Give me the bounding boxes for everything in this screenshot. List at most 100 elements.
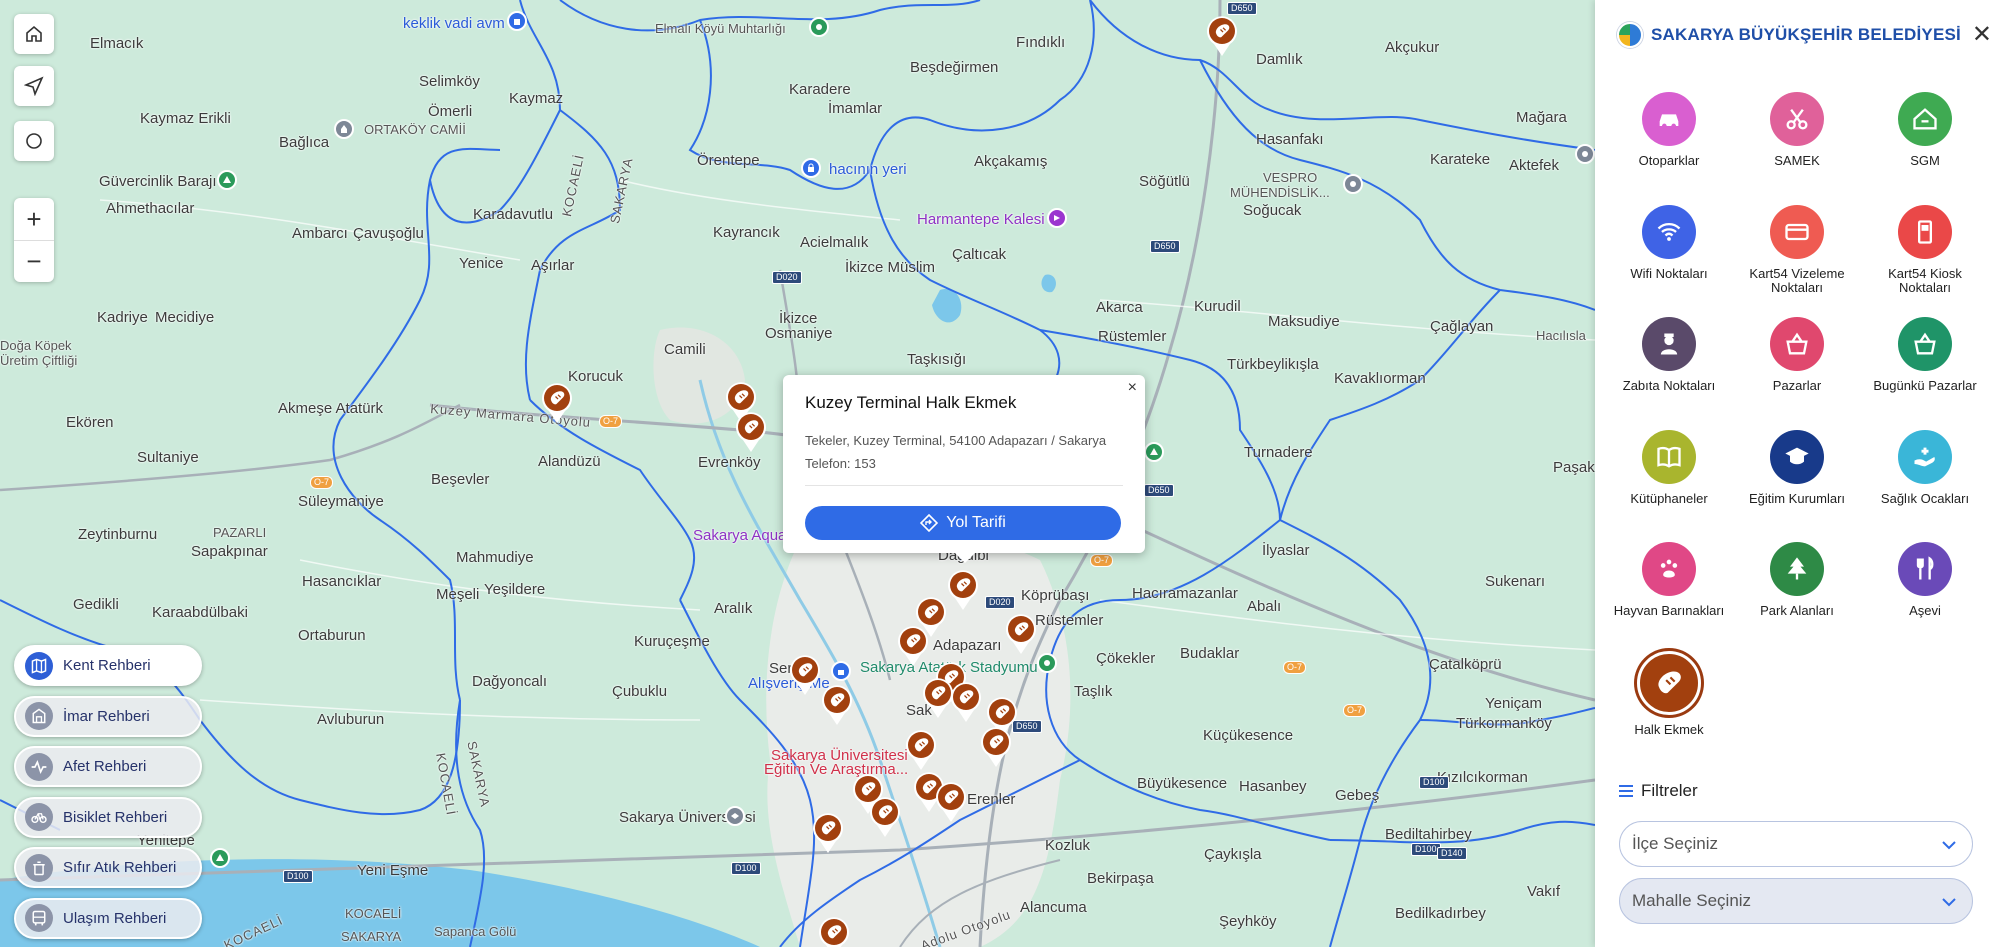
category-tree[interactable]: Park Alanları [1737, 542, 1857, 655]
company-poi-icon[interactable] [1575, 144, 1595, 164]
place-label: Bediltahirbey [1385, 826, 1472, 843]
directions-icon [920, 514, 939, 532]
halk-ekmek-marker[interactable] [867, 795, 903, 839]
place-label: MÜHENDİSLİK... [1230, 185, 1330, 200]
mall-poi-icon[interactable] [831, 661, 851, 681]
home-button[interactable] [14, 14, 54, 54]
category-book[interactable]: Kütüphaneler [1609, 429, 1729, 543]
zoom-out-button[interactable]: − [14, 240, 54, 282]
place-label: Bedilkadırbey [1395, 905, 1486, 922]
category-house[interactable]: SGM [1865, 92, 1985, 205]
halk-ekmek-marker[interactable] [816, 915, 852, 947]
place-label: Örentepe [697, 152, 760, 169]
company-poi-icon[interactable] [1343, 174, 1363, 194]
category-label: Eğitim Kurumları [1748, 490, 1846, 506]
district-select[interactable]: İlçe Seçiniz [1619, 821, 1973, 867]
draw-circle-button[interactable] [14, 121, 54, 161]
category-health-hand[interactable]: Sağlık Ocakları [1865, 429, 1985, 543]
place-label: Zeytinburnu [78, 526, 158, 543]
category-circle [1642, 429, 1696, 484]
category-paw[interactable]: Hayvan Barınakları [1609, 542, 1729, 655]
place-label: Çatalköprü [1429, 656, 1502, 673]
castle-poi-icon[interactable] [1047, 208, 1067, 228]
place-label: Soğucak [1243, 202, 1302, 219]
category-cutlery[interactable]: Aşevi [1865, 542, 1985, 655]
category-bread[interactable]: Halk Ekmek [1609, 650, 1729, 768]
park-poi-icon[interactable] [1144, 442, 1164, 462]
halk-ekmek-marker[interactable] [1204, 14, 1240, 58]
mosque-poi-icon[interactable] [334, 119, 354, 139]
category-circle [1898, 204, 1952, 259]
category-scissors[interactable]: SAMEK [1737, 92, 1857, 205]
popup-divider [805, 485, 1123, 486]
guide-chip-building[interactable]: İmar Rehberi [14, 695, 202, 737]
panel-close-button[interactable]: ✕ [1972, 20, 1992, 49]
place-label: Güvercinlik Barajı [99, 173, 217, 190]
bread-pin-icon [948, 570, 978, 610]
lock-poi-icon[interactable] [801, 158, 821, 178]
place-label: Karaabdülbaki [152, 604, 248, 621]
category-graduation-cap[interactable]: Eğitim Kurumları [1737, 429, 1857, 543]
park-poi-icon[interactable] [210, 848, 230, 868]
place-label: Aralık [714, 600, 753, 617]
halk-ekmek-marker[interactable] [948, 680, 984, 724]
university-poi-icon[interactable] [725, 806, 745, 826]
halk-ekmek-marker[interactable] [733, 410, 769, 454]
place-label: Söğütlü [1139, 173, 1190, 190]
place-label: Fındıklı [1016, 34, 1066, 51]
category-kiosk[interactable]: Kart54 Kiosk Noktaları [1865, 204, 1985, 318]
halk-ekmek-marker[interactable] [903, 728, 939, 772]
place-label: Gedikli [73, 596, 119, 613]
place-label: Rüstemler [1098, 328, 1167, 345]
chevron-down-icon [1942, 898, 1956, 907]
category-basket[interactable]: Bugünkü Pazarlar [1865, 317, 1985, 430]
place-label: Kozluk [1045, 837, 1091, 854]
category-label: Pazarlar [1772, 378, 1822, 393]
zoom-in-button[interactable]: + [14, 198, 54, 240]
category-officer[interactable]: Zabıta Noktaları [1609, 317, 1729, 430]
halk-ekmek-marker[interactable] [787, 653, 823, 697]
place-label: Karadavutlu [473, 206, 554, 223]
paw-icon [1660, 559, 1678, 578]
halk-ekmek-marker[interactable] [1003, 612, 1039, 656]
guide-chip-bicycle[interactable]: Bisiklet Rehberi [14, 796, 202, 838]
guide-chip-recycle-bin[interactable]: Sıfır Atık Rehberi [14, 847, 202, 888]
halk-ekmek-marker[interactable] [539, 381, 575, 425]
directions-label: Yol Tarifi [946, 514, 1006, 531]
category-basket[interactable]: Pazarlar [1737, 317, 1857, 430]
guide-chip-bus[interactable]: Ulaşım Rehberi [14, 897, 202, 939]
category-card[interactable]: Kart54 Vizeleme Noktaları [1737, 204, 1857, 318]
place-label: Yeniçam [1485, 695, 1542, 712]
filters-header: Filtreler [1619, 781, 1698, 801]
neighborhood-select[interactable]: Mahalle Seçiniz [1619, 878, 1973, 924]
map-canvas[interactable]: Elmacık keklik vadi avm Elmalı Köyü Muhtar… [0, 0, 1595, 947]
halk-ekmek-marker[interactable] [810, 811, 846, 855]
directions-button[interactable]: Yol Tarifi [805, 506, 1121, 540]
shopping-poi-icon[interactable] [507, 11, 527, 31]
place-label: Beşdeğirmen [910, 59, 999, 76]
place-label: Alandüzü [538, 453, 601, 470]
category-wifi[interactable]: Wifi Noktaları [1609, 204, 1729, 318]
guide-chip-map[interactable]: Kent Rehberi [14, 645, 202, 686]
popup-close-button[interactable]: × [1128, 379, 1137, 397]
category-car[interactable]: Otoparklar [1609, 92, 1729, 205]
list-icon [1619, 785, 1633, 797]
wifi-icon [1657, 222, 1681, 241]
halk-ekmek-marker[interactable] [819, 683, 855, 727]
stadium-poi-icon[interactable] [1037, 653, 1057, 673]
dam-poi-icon[interactable] [217, 170, 237, 190]
category-label: Halk Ekmek [1634, 721, 1704, 737]
place-label: Kaymaz Erikli [140, 110, 231, 127]
halk-ekmek-marker[interactable] [933, 780, 969, 824]
place-label: Kızılcıkorman [1437, 769, 1528, 786]
government-poi-icon[interactable] [809, 17, 829, 37]
home-icon [26, 25, 42, 42]
place-label: Beşevler [431, 471, 490, 488]
guide-chip-pulse[interactable]: Afet Rehberi [14, 746, 202, 787]
halk-ekmek-marker[interactable] [895, 624, 931, 668]
scissors-icon [1786, 108, 1808, 130]
locate-button[interactable] [14, 66, 54, 106]
halk-ekmek-marker[interactable] [978, 725, 1014, 769]
halk-ekmek-marker[interactable] [945, 568, 981, 612]
bread-pin-icon [736, 412, 766, 452]
